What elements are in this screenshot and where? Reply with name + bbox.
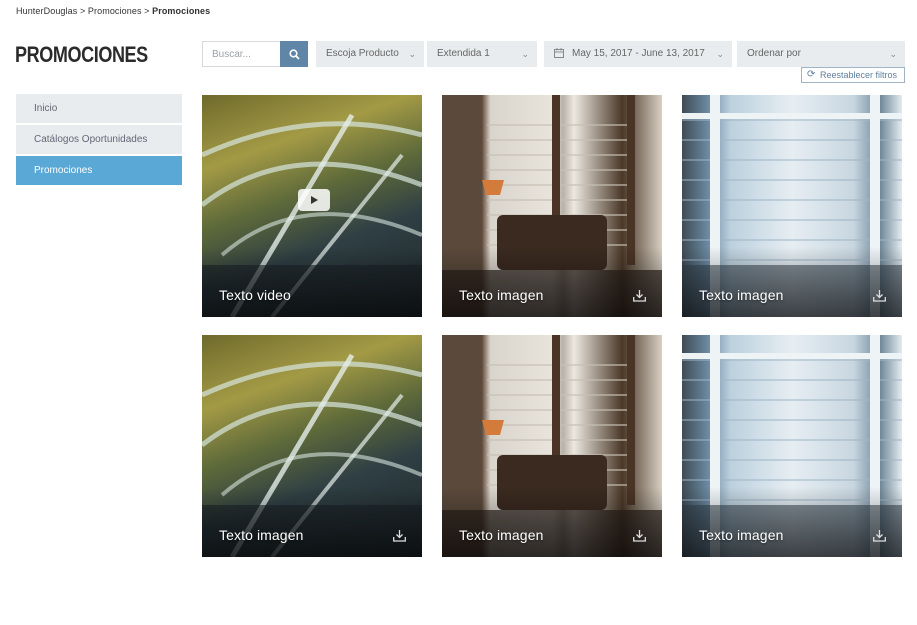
card-caption: Texto video	[219, 287, 291, 303]
product-select[interactable]: Escoja Producto ⌄	[316, 41, 424, 67]
date-range-picker[interactable]: May 15, 2017 - June 13, 2017 ⌄	[544, 41, 732, 67]
promo-card-image[interactable]: Texto imagen	[442, 95, 662, 317]
extension-select-value: Extendida 1	[437, 48, 490, 59]
reset-filters-button[interactable]: ⟳ Reestablecer filtros	[801, 67, 905, 83]
refresh-icon: ⟳	[807, 69, 816, 80]
breadcrumb-item-promociones[interactable]: Promociones	[88, 6, 142, 16]
breadcrumb: HunterDouglas > Promociones > Promocione…	[16, 6, 210, 16]
breadcrumb-separator: >	[79, 6, 86, 16]
caption-shade	[442, 487, 662, 557]
chevron-down-icon: ⌄	[889, 49, 897, 59]
play-button[interactable]	[298, 189, 330, 211]
sidebar: Inicio Catálogos Oportunidades Promocion…	[16, 94, 182, 187]
product-select-value: Escoja Producto	[326, 48, 399, 59]
caption-shade	[202, 487, 422, 557]
download-icon[interactable]	[633, 290, 646, 302]
calendar-icon	[554, 41, 564, 67]
caption-shade	[682, 487, 902, 557]
card-caption: Texto imagen	[459, 287, 544, 303]
breadcrumb-current: Promociones	[152, 6, 211, 16]
page-title: PROMOCIONES	[15, 42, 148, 67]
sidebar-item-catalogos-oportunidades[interactable]: Catálogos Oportunidades	[16, 125, 182, 154]
sort-select[interactable]: Ordenar por ⌄	[737, 41, 905, 67]
sidebar-item-inicio[interactable]: Inicio	[16, 94, 182, 123]
sort-select-value: Ordenar por	[747, 48, 801, 59]
card-caption: Texto imagen	[459, 527, 544, 543]
download-icon[interactable]	[873, 290, 886, 302]
promo-card-video[interactable]: Texto video	[202, 95, 422, 317]
search-box	[202, 41, 308, 67]
promo-card-image[interactable]: Texto imagen	[442, 335, 662, 557]
play-icon	[311, 196, 318, 204]
chevron-down-icon: ⌄	[521, 49, 529, 59]
breadcrumb-item-home[interactable]: HunterDouglas	[16, 6, 77, 16]
extension-select[interactable]: Extendida 1 ⌄	[427, 41, 537, 67]
chevron-down-icon: ⌄	[408, 49, 416, 59]
search-button[interactable]	[280, 41, 308, 67]
search-icon	[288, 48, 300, 60]
reset-filters-label: Reestablecer filtros	[820, 70, 898, 80]
promo-card-image[interactable]: Texto imagen	[682, 335, 902, 557]
download-icon[interactable]	[393, 530, 406, 542]
card-caption: Texto imagen	[699, 527, 784, 543]
date-range-value: May 15, 2017 - June 13, 2017	[572, 48, 705, 59]
download-icon[interactable]	[633, 530, 646, 542]
caption-shade	[442, 247, 662, 317]
caption-shade	[682, 247, 902, 317]
download-icon[interactable]	[873, 530, 886, 542]
sidebar-item-promociones[interactable]: Promociones	[16, 156, 182, 185]
breadcrumb-separator: >	[144, 6, 150, 16]
promo-card-image[interactable]: Texto imagen	[202, 335, 422, 557]
chevron-down-icon: ⌄	[716, 49, 724, 59]
promo-card-image[interactable]: Texto imagen	[682, 95, 902, 317]
caption-shade	[202, 247, 422, 317]
search-input[interactable]	[203, 42, 279, 66]
card-caption: Texto imagen	[699, 287, 784, 303]
card-caption: Texto imagen	[219, 527, 304, 543]
